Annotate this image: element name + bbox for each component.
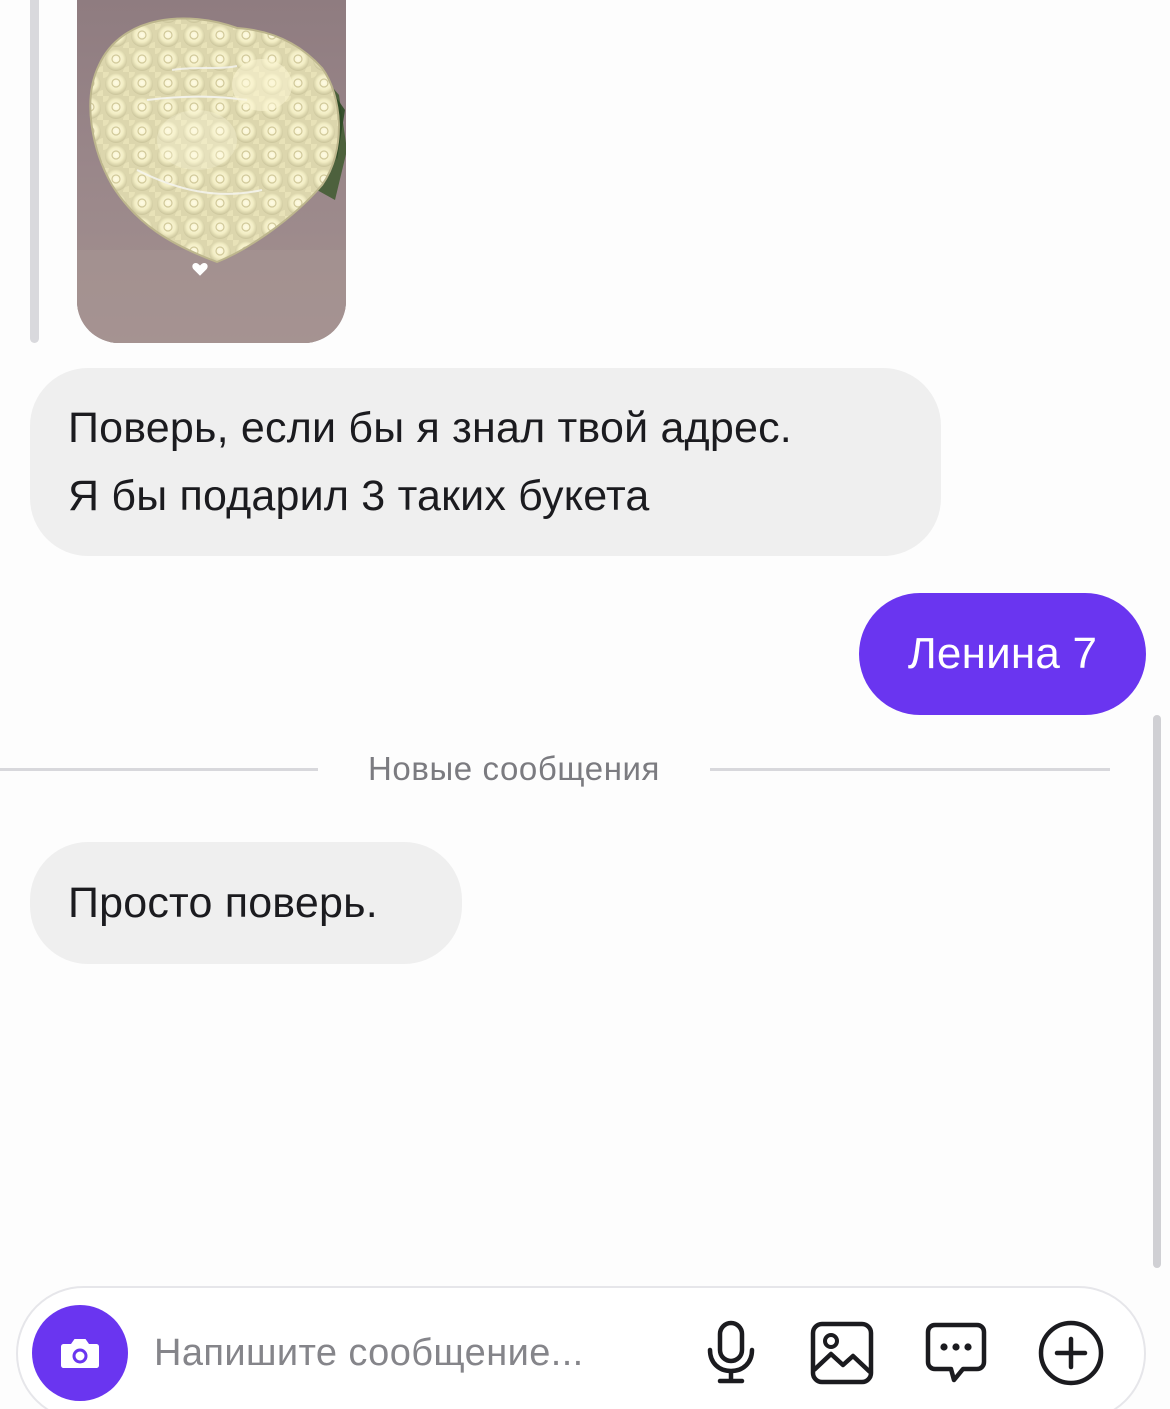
chat-bubble-icon xyxy=(925,1322,987,1383)
camera-icon xyxy=(61,1339,99,1368)
message-line: Я бы подарил 3 таких букета xyxy=(68,472,650,520)
message-outgoing[interactable]: Ленина 7 xyxy=(859,593,1146,715)
message-input[interactable] xyxy=(154,1318,674,1388)
microphone-button[interactable] xyxy=(694,1316,768,1390)
scrollbar[interactable] xyxy=(1153,715,1161,1268)
gallery-button[interactable] xyxy=(805,1316,879,1390)
divider-label: Новые сообщения xyxy=(367,750,661,787)
divider-rule xyxy=(0,768,318,771)
message-incoming[interactable]: Поверь, если бы я знал твой адрес. Я бы … xyxy=(30,368,941,556)
camera-button[interactable] xyxy=(32,1305,128,1401)
plus-circle-icon xyxy=(1038,1320,1104,1386)
message-incoming[interactable]: Просто поверь. xyxy=(30,842,462,964)
message-composer xyxy=(16,1286,1146,1409)
bouquet-image xyxy=(77,0,346,343)
add-attachment-button[interactable] xyxy=(1034,1316,1108,1390)
divider-rule xyxy=(710,768,1110,771)
message-text: Ленина 7 xyxy=(907,629,1098,678)
heart-icon[interactable] xyxy=(191,260,209,278)
shared-photo[interactable] xyxy=(77,0,346,343)
gallery-icon xyxy=(810,1321,874,1385)
chat-bubble-button[interactable] xyxy=(919,1316,993,1390)
reply-quote-bar xyxy=(30,0,39,343)
message-line: Поверь, если бы я знал твой адрес. xyxy=(68,404,792,452)
new-messages-divider: Новые сообщения xyxy=(0,745,1110,793)
microphone-icon xyxy=(707,1320,755,1384)
chat-screen: Поверь, если бы я знал твой адрес. Я бы … xyxy=(0,0,1170,1409)
message-text: Просто поверь. xyxy=(68,879,378,927)
